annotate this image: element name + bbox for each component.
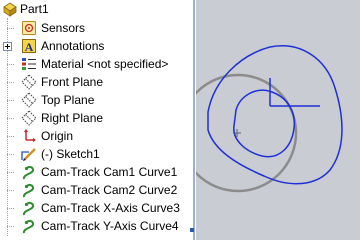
tree-item-label: Cam-Track Cam2 Curve2: [41, 183, 178, 197]
tree-connector: [7, 190, 14, 191]
tree-item-right-plane[interactable]: Right Plane: [0, 109, 193, 127]
tree-connector: [7, 28, 14, 29]
material-icon: [21, 56, 37, 72]
panel-splitter[interactable]: [190, 0, 195, 240]
graphics-viewport[interactable]: [196, 0, 360, 240]
tree-connector: [7, 118, 14, 119]
tree-item-label: (-) Sketch1: [41, 147, 100, 161]
sketch-canvas[interactable]: [196, 0, 360, 240]
annotation-icon: A: [21, 38, 37, 54]
tree-item-sketch1[interactable]: (-) Sketch1: [0, 145, 193, 163]
tree-item-y-axis-curve4[interactable]: Cam-Track Y-Axis Curve4: [0, 217, 193, 235]
tree-bottom-edge: [0, 236, 193, 240]
tree-connector: [7, 154, 14, 155]
part-icon: [2, 1, 18, 17]
tree-item-label: Sensors: [41, 21, 86, 35]
application-window: Part1 Sensors A Annotations Material <no…: [0, 0, 360, 240]
tree-item-cam2-curve2[interactable]: Cam-Track Cam2 Curve2: [0, 181, 193, 199]
tree-item-label: Top Plane: [41, 93, 95, 107]
cam-base-circle[interactable]: [196, 73, 298, 193]
tree-item-label: Cam-Track Cam1 Curve1: [41, 165, 178, 179]
tree-item-cam1-curve1[interactable]: Cam-Track Cam1 Curve1: [0, 163, 193, 181]
sensor-icon: [21, 20, 37, 36]
part-name-label: Part1: [20, 2, 49, 16]
expand-toggle-icon[interactable]: [3, 42, 12, 51]
curve-icon: [21, 218, 37, 234]
tree-connector: [7, 100, 14, 101]
tree-item-label: Cam-Track X-Axis Curve3: [41, 201, 180, 215]
tree-connector: [7, 82, 14, 83]
tree-item-label: Material <not specified>: [41, 57, 169, 71]
tree-item-label: Cam-Track Y-Axis Curve4: [41, 219, 179, 233]
plane-icon: [21, 74, 37, 90]
tree-connector: [7, 226, 14, 227]
tree-item-front-plane[interactable]: Front Plane: [0, 73, 193, 91]
curve-icon: [21, 182, 37, 198]
tree-item-material[interactable]: Material <not specified>: [0, 55, 193, 73]
sketch-icon: [21, 146, 37, 162]
tree-item-annotations[interactable]: A Annotations: [0, 37, 193, 55]
svg-text:A: A: [25, 40, 34, 54]
tree-item-part1[interactable]: Part1: [0, 0, 193, 18]
cam-curve-outer[interactable]: [207, 45, 343, 185]
tree-item-label: Annotations: [41, 39, 105, 53]
tree-item-x-axis-curve3[interactable]: Cam-Track X-Axis Curve3: [0, 199, 193, 217]
plane-icon: [21, 110, 37, 126]
tree-connector: [7, 172, 14, 173]
cam-curve-inner[interactable]: [233, 89, 296, 158]
origin-icon: [21, 128, 37, 144]
tree-connector: [7, 64, 14, 65]
plane-icon: [21, 92, 37, 108]
feature-manager-tree: Part1 Sensors A Annotations Material <no…: [0, 0, 193, 240]
tree-item-label: Origin: [41, 129, 74, 143]
tree-item-origin[interactable]: Origin: [0, 127, 193, 145]
curve-icon: [21, 200, 37, 216]
tree-item-label: Right Plane: [41, 111, 104, 125]
curve-icon: [21, 164, 37, 180]
tree-connector: [7, 136, 14, 137]
tree-item-label: Front Plane: [41, 75, 104, 89]
tree-item-sensors[interactable]: Sensors: [0, 19, 193, 37]
tree-item-top-plane[interactable]: Top Plane: [0, 91, 193, 109]
tree-connector: [7, 208, 14, 209]
